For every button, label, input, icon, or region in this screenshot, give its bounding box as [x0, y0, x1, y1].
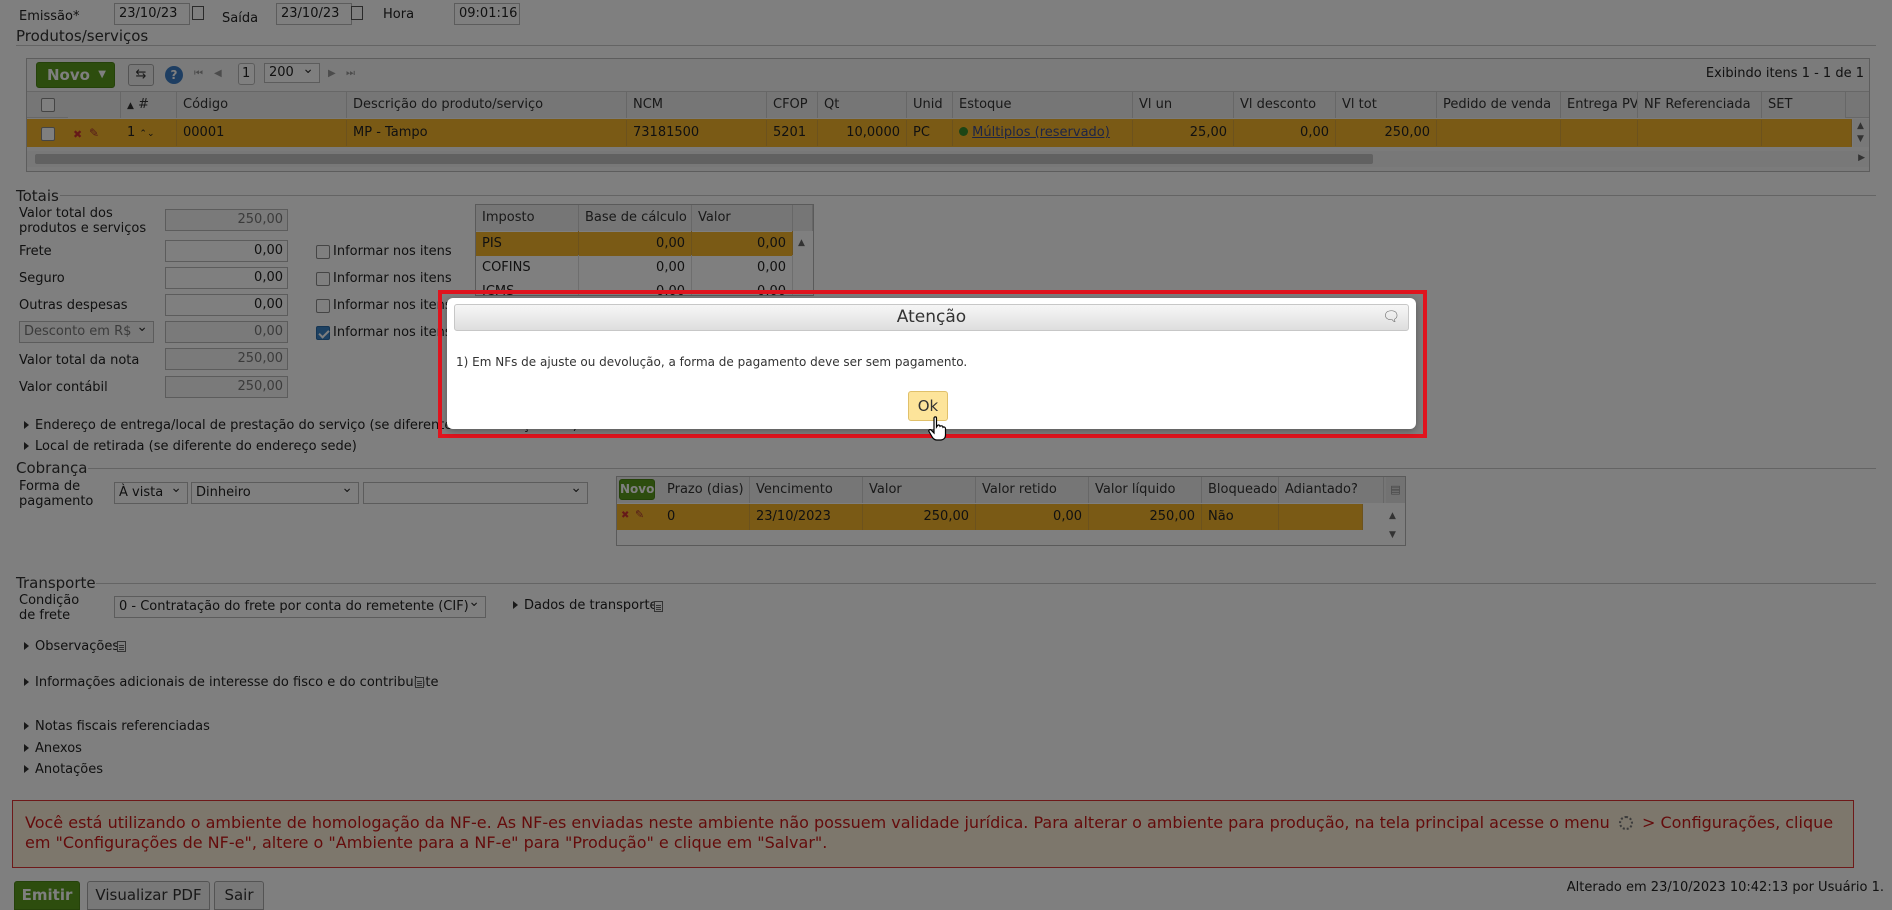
dialog-message: 1) Em NFs de ajuste ou devolução, a form… [456, 355, 968, 369]
attention-dialog: Atenção 🗨 1) Em NFs de ajuste ou devoluç… [447, 298, 1416, 429]
dialog-title: Atenção [896, 307, 967, 327]
comment-icon[interactable]: 🗨 [1382, 305, 1400, 330]
dialog-title-bar[interactable]: Atenção 🗨 [454, 304, 1409, 331]
modal-backdrop [0, 0, 1892, 910]
hand-cursor-icon [928, 416, 947, 441]
